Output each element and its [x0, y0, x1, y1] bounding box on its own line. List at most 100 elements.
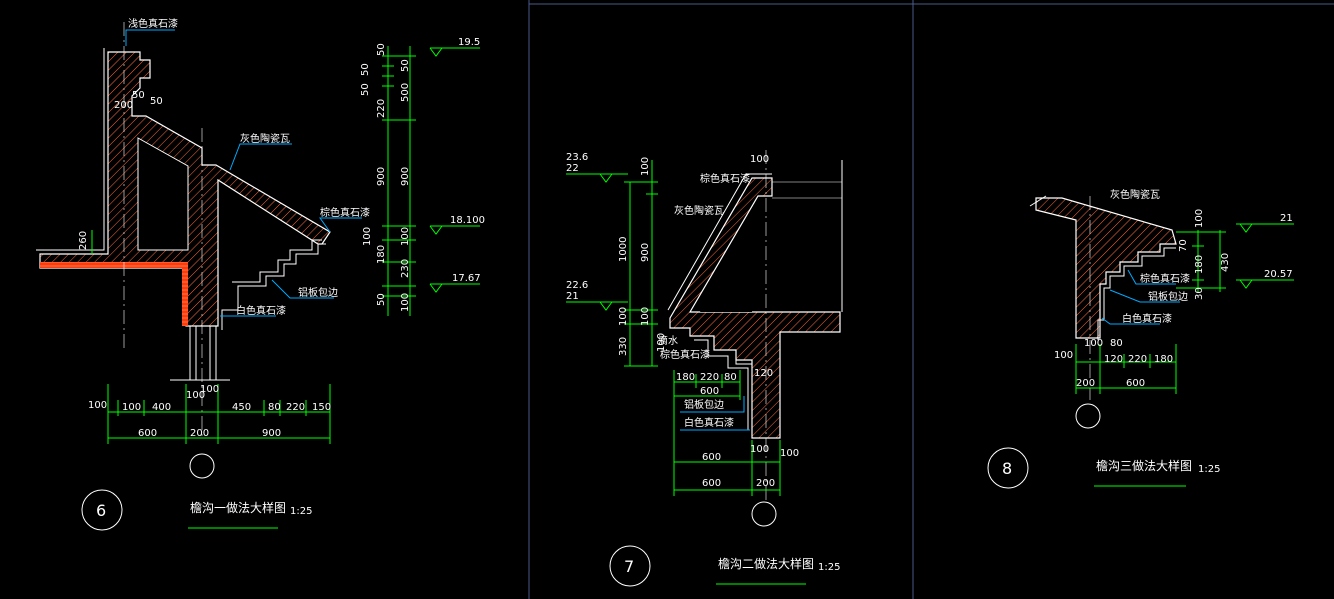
detail-6-vdim-left: 100 [362, 227, 373, 246]
detail-7-vdim-right: 100 [640, 157, 651, 176]
detail-8-number: 8 [1002, 459, 1012, 478]
detail-6-dim: 200 [114, 100, 133, 111]
detail-7-bottom-dim: 600 [702, 452, 721, 463]
detail-6-leader [125, 29, 175, 46]
detail-7-number: 7 [624, 557, 634, 576]
detail-6-vdim-right: 230 [400, 259, 411, 278]
detail-7-bottom-dim: 100 [780, 448, 799, 459]
detail-8-label-underside: 白色真石漆 [1122, 312, 1172, 325]
detail-7-misc-dim: 120 [754, 368, 773, 379]
detail-7-elevation: 22 [566, 163, 579, 174]
detail-7-elevation: 22.6 [566, 280, 588, 291]
detail-6-vdim-left: 50 [376, 43, 387, 56]
detail-7-misc-dim: 100 [750, 154, 769, 165]
detail-8-axis-bubble [1075, 403, 1101, 429]
detail-8-vdim-left: 30 [1194, 287, 1205, 300]
detail-7-bottom-dim: 200 [756, 478, 775, 489]
detail-6-bottom-dim: 100 [122, 402, 141, 413]
detail-6: 浅色真石漆 灰色陶瓷瓦 棕色真石漆 铝板包边 白色真石漆 200 50 50 2… [36, 17, 485, 531]
detail-7-label-underside: 白色真石漆 [684, 416, 734, 429]
detail-7-bottom-dim: 100 [750, 444, 769, 455]
detail-7-vdim-left: 330 [618, 337, 629, 356]
detail-8-bottom-dim: 220 [1128, 354, 1147, 365]
detail-6-vdim-left: 50 [360, 63, 371, 76]
detail-7-label-flashing: 铝板包边 [684, 398, 724, 411]
detail-8-label-roof-tile: 灰色陶瓷瓦 [1110, 188, 1160, 201]
detail-6-vdim-left: 50 [360, 83, 371, 96]
detail-6-cladding [36, 48, 105, 251]
detail-7-label-top-finish: 棕色真石漆 [700, 172, 750, 185]
detail-6-dim: 50 [132, 90, 145, 101]
detail-7-elevation: 23.6 [566, 152, 588, 163]
detail-6-vdim-left: 900 [376, 167, 387, 186]
detail-6-dim: 50 [150, 96, 163, 107]
detail-7-bottom-dim: 600 [702, 478, 721, 489]
detail-8-bottom-dim: 200 [1076, 378, 1095, 389]
detail-7-vdim-left: 1000 [618, 237, 629, 262]
detail-8-vdim-right: 430 [1220, 253, 1231, 272]
detail-6-label-underside: 白色真石漆 [236, 304, 286, 317]
detail-6-bottom-dim: 600 [138, 428, 157, 439]
detail-8-scale: 1:25 [1198, 464, 1220, 475]
detail-8-bottom-dim: 80 [1110, 338, 1123, 349]
detail-6-bottom-dim: 100 [200, 384, 219, 395]
detail-6-vdim-left: 180 [376, 245, 387, 264]
detail-8-vdim-left: 180 [1194, 255, 1205, 274]
detail-7-vdim-right: 100 [640, 307, 651, 326]
detail-8-label-flashing: 铝板包边 [1148, 290, 1188, 303]
detail-8: 灰色陶瓷瓦 棕色真石漆 铝板包边 白色真石漆 100 70 180 30 430… [987, 188, 1294, 489]
detail-6-elevation: 17.67 [452, 273, 481, 284]
detail-6-vdim-left: 50 [376, 293, 387, 306]
detail-6-scale: 1:25 [290, 506, 312, 517]
detail-7-vdim-ticks [624, 181, 658, 367]
detail-6-leader [229, 143, 292, 171]
detail-6-elevation: 18.100 [450, 215, 485, 226]
detail-6-label-top-finish: 浅色真石漆 [128, 17, 178, 30]
detail-6-bottom-dim: 220 [286, 402, 305, 413]
detail-8-elevation: 20.57 [1264, 269, 1293, 280]
detail-6-elevation: 19.5 [458, 37, 480, 48]
detail-6-bottom-dim: 200 [190, 428, 209, 439]
detail-6-vdim-left: 220 [376, 99, 387, 118]
detail-6-vdim-right: 100 [400, 227, 411, 246]
detail-6-bottom-dim: 150 [312, 402, 331, 413]
detail-7-axis-bubble [751, 501, 777, 527]
cad-drawing-canvas: 浅色真石漆 灰色陶瓷瓦 棕色真石漆 铝板包边 白色真石漆 200 50 50 2… [36, 0, 1334, 599]
detail-8-bottom-dim: 180 [1154, 354, 1173, 365]
detail-6-extra-dim: 100 [88, 400, 107, 411]
detail-6-dim: 260 [78, 231, 89, 250]
detail-8-bottom-dim: 120 [1104, 354, 1123, 365]
detail-8-bottom-dim: 100 [1054, 350, 1073, 361]
detail-6-bottom-dim: 80 [268, 402, 281, 413]
detail-7-bottom-dim: 600 [700, 386, 719, 397]
detail-6-vdim-right: 50 [400, 59, 411, 72]
detail-7-vdim-right: 100 [656, 333, 667, 352]
detail-6-label-flashing: 铝板包边 [298, 286, 338, 299]
detail-6-label-facade-finish: 棕色真石漆 [320, 206, 370, 219]
detail-7-bottom-dim: 80 [724, 372, 737, 383]
detail-7-vdim-left: 100 [618, 307, 629, 326]
detail-6-vdim-right: 500 [400, 83, 411, 102]
detail-6-steps [221, 243, 326, 330]
detail-8-vdim-left: 100 [1194, 209, 1205, 228]
detail-8-elevation: 21 [1280, 213, 1293, 224]
detail-6-vdim-right: 900 [400, 167, 411, 186]
detail-6-bottom-dim: 900 [262, 428, 281, 439]
detail-6-number: 6 [96, 501, 106, 520]
detail-8-bottom-dim: 600 [1126, 378, 1145, 389]
detail-6-bottom-dim: 400 [152, 402, 171, 413]
detail-8-title: 檐沟三做法大样图 [1096, 458, 1192, 473]
detail-6-elevation-marker [429, 47, 480, 293]
detail-7-title: 檐沟二做法大样图 [718, 556, 814, 571]
detail-8-vdim-left: 70 [1178, 239, 1189, 252]
detail-7-label-facade-finish: 棕色真石漆 [660, 348, 710, 361]
detail-7-bottom-dim: 220 [700, 372, 719, 383]
detail-7-elevation: 21 [566, 291, 579, 302]
detail-7-section [669, 177, 841, 439]
detail-6-label-roof-tile: 灰色陶瓷瓦 [240, 132, 290, 145]
detail-7-label-roof-tile: 灰色陶瓷瓦 [674, 204, 724, 217]
detail-7-bottom-dim: 180 [676, 372, 695, 383]
detail-6-vdim-right: 100 [400, 293, 411, 312]
detail-8-label-facade-finish: 棕色真石漆 [1140, 272, 1190, 285]
detail-8-bottom-dim: 100 [1084, 338, 1103, 349]
